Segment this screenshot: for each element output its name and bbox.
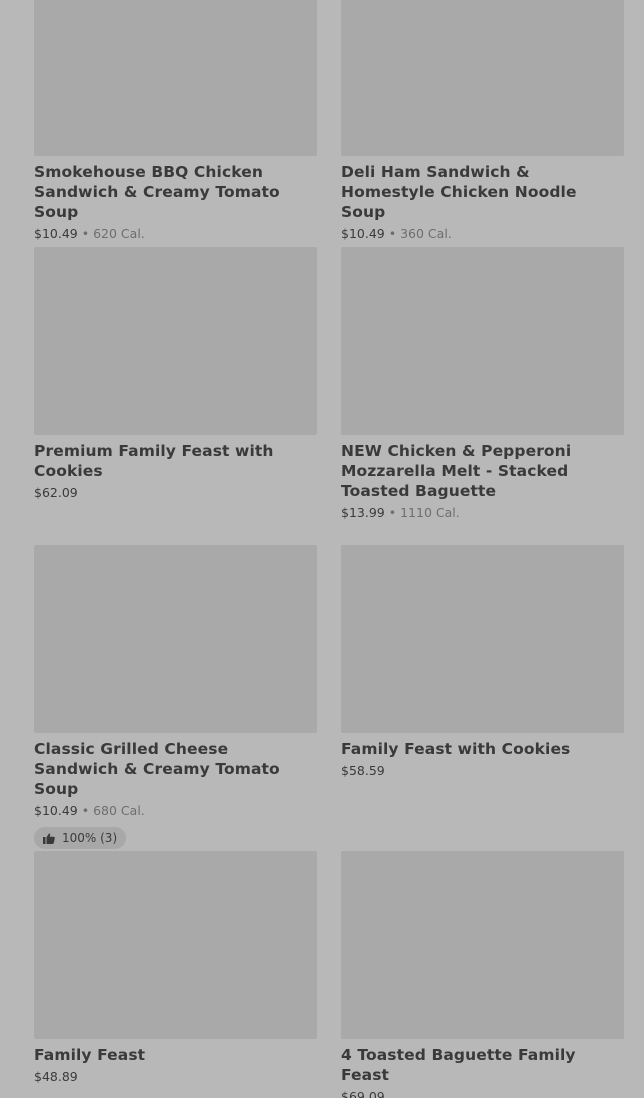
menu-item-image[interactable]	[341, 545, 624, 733]
menu-item-price: $62.09	[34, 485, 78, 500]
menu-item-image[interactable]	[341, 851, 624, 1039]
menu-item-meta: $58.59	[341, 763, 624, 779]
menu-item-calories: 1110 Cal.	[400, 505, 460, 520]
menu-item-image[interactable]	[34, 0, 317, 156]
menu-item-price: $10.49	[34, 803, 78, 818]
menu-item-meta: $13.99 • 1110 Cal.	[341, 505, 624, 521]
menu-item-title[interactable]: NEW Chicken & Pepperoni Mozzarella Melt …	[341, 441, 624, 501]
menu-item-price: $48.89	[34, 1069, 78, 1084]
menu-item-title[interactable]: 4 Toasted Baguette Family Feast	[341, 1045, 624, 1085]
meta-separator: •	[388, 226, 397, 241]
menu-item-title[interactable]: Family Feast with Cookies	[341, 739, 624, 759]
menu-item-title[interactable]: Smokehouse BBQ Chicken Sandwich & Creamy…	[34, 162, 317, 222]
menu-item-price: $10.49	[341, 226, 385, 241]
meta-separator: •	[388, 505, 397, 520]
menu-item-meta: $10.49 • 620 Cal.	[34, 226, 317, 242]
menu-item-meta: $48.89	[34, 1069, 317, 1085]
menu-item-calories: 360 Cal.	[400, 226, 452, 241]
menu-item-image[interactable]	[34, 247, 317, 435]
menu-grid: Smokehouse BBQ Chicken Sandwich & Creamy…	[0, 0, 644, 1098]
rating-badge: 100% (3)	[34, 827, 127, 849]
menu-item-meta: $69.09	[341, 1089, 624, 1098]
menu-item-meta: $62.09	[34, 485, 317, 501]
menu-item-price: $69.09	[341, 1089, 385, 1098]
menu-item-price: $13.99	[341, 505, 385, 520]
menu-item-title[interactable]: Classic Grilled Cheese Sandwich & Creamy…	[34, 739, 317, 799]
menu-item-card[interactable]: Classic Grilled Cheese Sandwich & Creamy…	[34, 545, 317, 849]
menu-item-image[interactable]	[341, 0, 624, 156]
menu-item-calories: 620 Cal.	[93, 226, 145, 241]
menu-item-price: $58.59	[341, 763, 385, 778]
menu-item-price: $10.49	[34, 226, 78, 241]
menu-item-title[interactable]: Family Feast	[34, 1045, 317, 1065]
meta-separator: •	[81, 803, 90, 818]
menu-item-title[interactable]: Deli Ham Sandwich & Homestyle Chicken No…	[341, 162, 624, 222]
menu-item-card[interactable]: Deli Ham Sandwich & Homestyle Chicken No…	[341, 0, 624, 242]
menu-item-card[interactable]: Smokehouse BBQ Chicken Sandwich & Creamy…	[34, 0, 317, 242]
menu-item-calories: 680 Cal.	[93, 803, 145, 818]
menu-item-image[interactable]	[34, 851, 317, 1039]
menu-item-meta: $10.49 • 680 Cal.	[34, 803, 317, 819]
rating-text: 100% (3)	[62, 831, 118, 845]
menu-item-meta: $10.49 • 360 Cal.	[341, 226, 624, 242]
menu-item-card[interactable]: NEW Chicken & Pepperoni Mozzarella Melt …	[341, 247, 624, 521]
menu-item-image[interactable]	[341, 247, 624, 435]
menu-item-card[interactable]: Family Feast $48.89	[34, 851, 317, 1085]
menu-item-card[interactable]: Family Feast with Cookies $58.59	[341, 545, 624, 779]
thumbs-up-icon	[43, 832, 55, 844]
menu-item-image[interactable]	[34, 545, 317, 733]
meta-separator: •	[81, 226, 90, 241]
menu-item-card[interactable]: Premium Family Feast with Cookies $62.09	[34, 247, 317, 501]
menu-item-title[interactable]: Premium Family Feast with Cookies	[34, 441, 317, 481]
menu-item-card[interactable]: 4 Toasted Baguette Family Feast $69.09	[341, 851, 624, 1098]
